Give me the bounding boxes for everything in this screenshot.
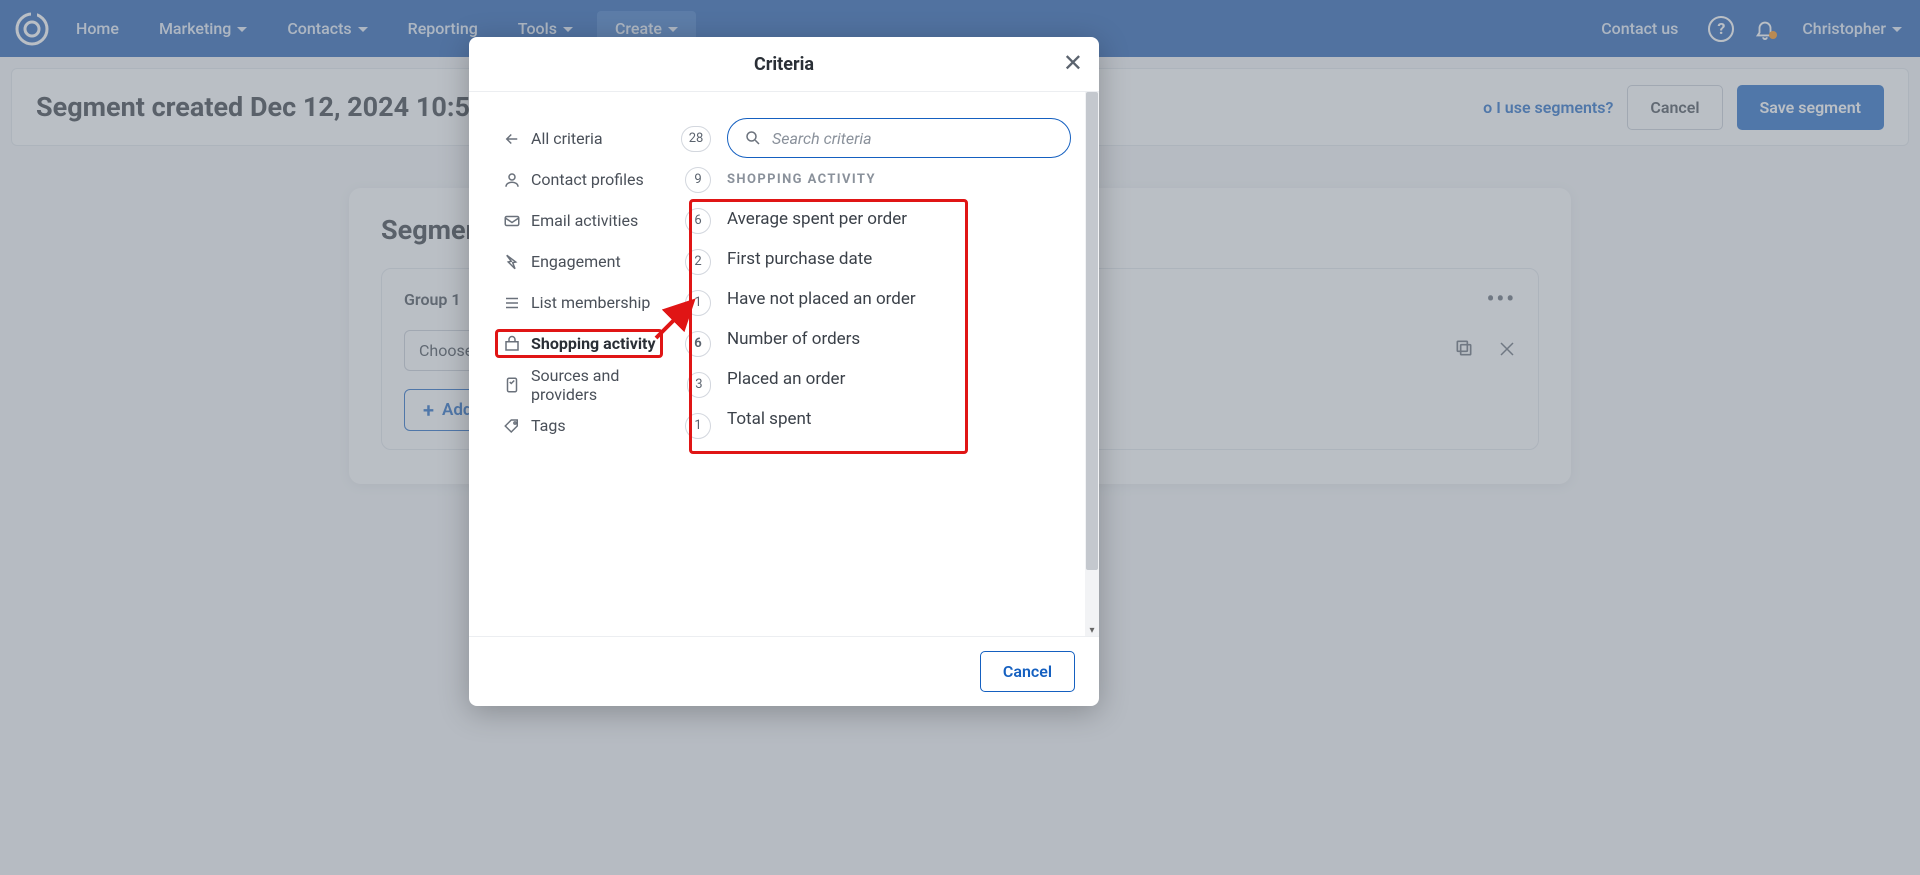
modal-body: All criteria 28 Contact profiles 9 Email… bbox=[469, 92, 1099, 636]
category-label: Email activities bbox=[531, 211, 638, 230]
count-badge: 1 bbox=[685, 290, 711, 316]
search-icon bbox=[744, 129, 762, 147]
category-tags[interactable]: Tags 1 bbox=[503, 405, 717, 446]
criteria-total-spent[interactable]: Total spent bbox=[727, 399, 1071, 439]
category-sources-providers[interactable]: Sources and providers 3 bbox=[503, 364, 717, 405]
count-badge: 3 bbox=[687, 372, 711, 398]
category-label: Sources and providers bbox=[531, 366, 677, 404]
criteria-label: Have not placed an order bbox=[727, 289, 916, 309]
category-label: All criteria bbox=[531, 129, 603, 148]
category-label: Contact profiles bbox=[531, 170, 644, 189]
criteria-label: First purchase date bbox=[727, 249, 872, 269]
modal-criteria-panel: SHOPPING ACTIVITY Average spent per orde… bbox=[727, 118, 1099, 636]
criteria-label: Total spent bbox=[727, 409, 811, 429]
criteria-first-purchase-date[interactable]: First purchase date bbox=[727, 239, 1071, 279]
category-label: Tags bbox=[531, 416, 566, 435]
count-badge: 9 bbox=[685, 167, 711, 193]
category-label: List membership bbox=[531, 293, 650, 312]
modal-categories: All criteria 28 Contact profiles 9 Email… bbox=[469, 118, 727, 636]
modal-footer: Cancel bbox=[469, 636, 1099, 706]
modal-header: Criteria ✕ bbox=[469, 37, 1099, 92]
count-badge: 28 bbox=[681, 126, 711, 152]
category-shopping-activity[interactable]: Shopping activity 6 bbox=[503, 323, 717, 364]
modal-scrollbar[interactable]: ▾ bbox=[1085, 92, 1099, 636]
category-label: Shopping activity bbox=[531, 334, 656, 353]
category-all-criteria[interactable]: All criteria 28 bbox=[503, 118, 717, 159]
criteria-have-not-placed-order[interactable]: Have not placed an order bbox=[727, 279, 1071, 319]
criteria-number-of-orders[interactable]: Number of orders bbox=[727, 319, 1071, 359]
scroll-down-icon[interactable]: ▾ bbox=[1086, 624, 1098, 636]
category-engagement[interactable]: Engagement 2 bbox=[503, 241, 717, 282]
modal-title: Criteria bbox=[754, 54, 814, 75]
close-icon[interactable]: ✕ bbox=[1063, 51, 1083, 75]
modal-cancel-button[interactable]: Cancel bbox=[980, 651, 1075, 692]
category-email-activities[interactable]: Email activities 6 bbox=[503, 200, 717, 241]
count-badge: 2 bbox=[685, 249, 711, 275]
criteria-avg-spent-per-order[interactable]: Average spent per order bbox=[727, 199, 1071, 239]
count-badge: 6 bbox=[685, 208, 711, 234]
category-list-membership[interactable]: List membership 1 bbox=[503, 282, 717, 323]
criteria-modal: Criteria ✕ All criteria 28 Contact profi… bbox=[469, 37, 1099, 706]
search-criteria-input[interactable] bbox=[772, 129, 1054, 148]
count-badge: 6 bbox=[685, 331, 711, 357]
search-criteria-wrap[interactable] bbox=[727, 118, 1071, 158]
criteria-label: Number of orders bbox=[727, 329, 860, 349]
scrollbar-thumb[interactable] bbox=[1086, 92, 1098, 570]
criteria-section-heading: SHOPPING ACTIVITY bbox=[727, 172, 1071, 187]
category-label: Engagement bbox=[531, 252, 621, 271]
category-contact-profiles[interactable]: Contact profiles 9 bbox=[503, 159, 717, 200]
criteria-label: Placed an order bbox=[727, 369, 845, 389]
criteria-label: Average spent per order bbox=[727, 209, 907, 229]
count-badge: 1 bbox=[685, 413, 711, 439]
criteria-placed-an-order[interactable]: Placed an order bbox=[727, 359, 1071, 399]
